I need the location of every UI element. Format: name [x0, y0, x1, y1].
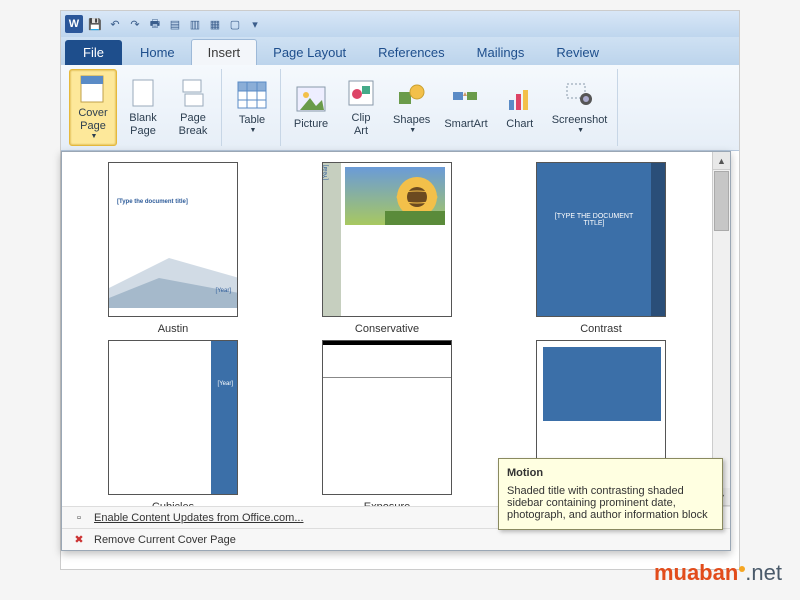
blank-page-icon	[127, 77, 159, 109]
new-doc-icon[interactable]: ▤	[167, 16, 183, 32]
title-bar: W 💾 ↶ ↷ 🖶 ▤ ▥ ▦ ▢ ▾	[61, 11, 739, 37]
smartart-icon	[450, 83, 482, 115]
smartart-label: SmartArt	[444, 118, 487, 131]
template-contrast[interactable]: [TYPE THE DOCUMENT TITLE] Contrast	[494, 158, 708, 336]
page-break-button[interactable]: Page Break	[169, 69, 217, 146]
page-break-icon	[177, 77, 209, 109]
chevron-down-icon: ▼	[409, 127, 416, 135]
chart-icon	[504, 83, 536, 115]
clip-art-button[interactable]: Clip Art	[337, 69, 385, 146]
tab-home[interactable]: Home	[124, 40, 191, 65]
clip-art-icon	[345, 77, 377, 109]
template-label: Conservative	[355, 323, 419, 335]
watermark-brand: muaban	[654, 560, 738, 585]
blank-page-label: Blank Page	[129, 112, 157, 138]
chart-label: Chart	[506, 118, 533, 131]
gallery-scrollbar[interactable]: ▲ ▼	[712, 152, 730, 506]
placeholder-text: [Type the document title]	[117, 199, 188, 205]
open-icon[interactable]: ▥	[187, 16, 203, 32]
smartart-button[interactable]: SmartArt	[438, 69, 493, 146]
file-tab[interactable]: File	[65, 40, 122, 65]
menu-remove-label: Remove Current Cover Page	[94, 534, 236, 546]
word-app-icon: W	[65, 15, 83, 33]
tab-review[interactable]: Review	[540, 40, 615, 65]
qat-more-icon[interactable]: ▾	[247, 16, 263, 32]
placeholder-year: [Year]	[216, 288, 231, 294]
preview-icon[interactable]: ▦	[207, 16, 223, 32]
print-icon[interactable]: 🖶	[147, 16, 163, 32]
chevron-down-icon: ▼	[91, 133, 98, 141]
tab-references[interactable]: References	[362, 40, 460, 65]
scroll-up-icon[interactable]: ▲	[713, 152, 730, 170]
template-austin[interactable]: [Type the document title] [Year] Austin	[66, 158, 280, 336]
shapes-icon	[396, 79, 428, 111]
menu-remove-cover[interactable]: ✖ Remove Current Cover Page	[62, 528, 730, 550]
gallery-grid: [Type the document title] [Year] Austin …	[62, 152, 712, 506]
page-break-label: Page Break	[179, 112, 208, 138]
tooltip-title: Motion	[507, 467, 714, 479]
tab-insert[interactable]: Insert	[191, 39, 258, 65]
tab-mailings[interactable]: Mailings	[461, 40, 541, 65]
template-label: Contrast	[580, 323, 622, 335]
ribbon: Cover Page▼ Blank Page Page Break Table▼…	[61, 65, 739, 151]
table-label: Table	[239, 114, 265, 127]
shapes-label: Shapes	[393, 114, 430, 127]
save-icon[interactable]: 💾	[87, 16, 103, 32]
template-cubicles[interactable]: [Year] Cubicles	[66, 336, 280, 506]
picture-icon	[295, 83, 327, 115]
cover-page-button[interactable]: Cover Page▼	[69, 69, 117, 146]
table-icon[interactable]: ▢	[227, 16, 243, 32]
chevron-down-icon: ▼	[577, 127, 584, 135]
redo-icon[interactable]: ↷	[127, 16, 143, 32]
blank-page-button[interactable]: Blank Page	[119, 69, 167, 146]
placeholder-year: [Year]	[218, 381, 233, 387]
watermark-suffix: .net	[745, 560, 782, 585]
template-conservative[interactable]: [Year] Conservative	[280, 158, 494, 336]
remove-page-icon: ✖	[72, 533, 86, 547]
screenshot-button[interactable]: Screenshot▼	[546, 69, 614, 146]
watermark: muaban .net	[654, 560, 782, 586]
pages-group: Cover Page▼ Blank Page Page Break	[65, 69, 222, 146]
table-button[interactable]: Table▼	[228, 69, 276, 146]
picture-button[interactable]: Picture	[287, 69, 335, 146]
screenshot-icon	[564, 79, 596, 111]
tables-group: Table▼	[224, 69, 281, 146]
illustrations-group: Picture Clip Art Shapes▼ SmartArt Chart …	[283, 69, 618, 146]
cover-page-label: Cover Page	[78, 107, 107, 133]
chevron-down-icon: ▼	[250, 127, 257, 135]
table-grid-icon	[236, 79, 268, 111]
template-exposure[interactable]: Exposure	[280, 336, 494, 506]
undo-icon[interactable]: ↶	[107, 16, 123, 32]
placeholder-text: [TYPE THE DOCUMENT TITLE]	[549, 213, 639, 227]
scroll-thumb[interactable]	[714, 171, 729, 231]
tooltip: Motion Shaded title with contrasting sha…	[498, 458, 723, 530]
template-label: Austin	[158, 323, 189, 335]
clip-art-label: Clip Art	[352, 112, 371, 138]
tab-page-layout[interactable]: Page Layout	[257, 40, 362, 65]
chart-button[interactable]: Chart	[496, 69, 544, 146]
tooltip-body: Shaded title with contrasting shaded sid…	[507, 485, 714, 521]
ribbon-tabs: File Home Insert Page Layout References …	[61, 37, 739, 65]
cover-page-icon	[77, 74, 109, 104]
shapes-button[interactable]: Shapes▼	[387, 69, 436, 146]
template-label: Exposure	[364, 501, 410, 506]
screenshot-label: Screenshot	[552, 114, 608, 127]
office-icon: ▫	[72, 511, 86, 525]
menu-enable-label: Enable Content Updates from Office.com..…	[94, 512, 304, 524]
placeholder-year: [Year]	[323, 165, 329, 180]
picture-label: Picture	[294, 118, 328, 131]
template-label: Cubicles	[152, 501, 194, 506]
